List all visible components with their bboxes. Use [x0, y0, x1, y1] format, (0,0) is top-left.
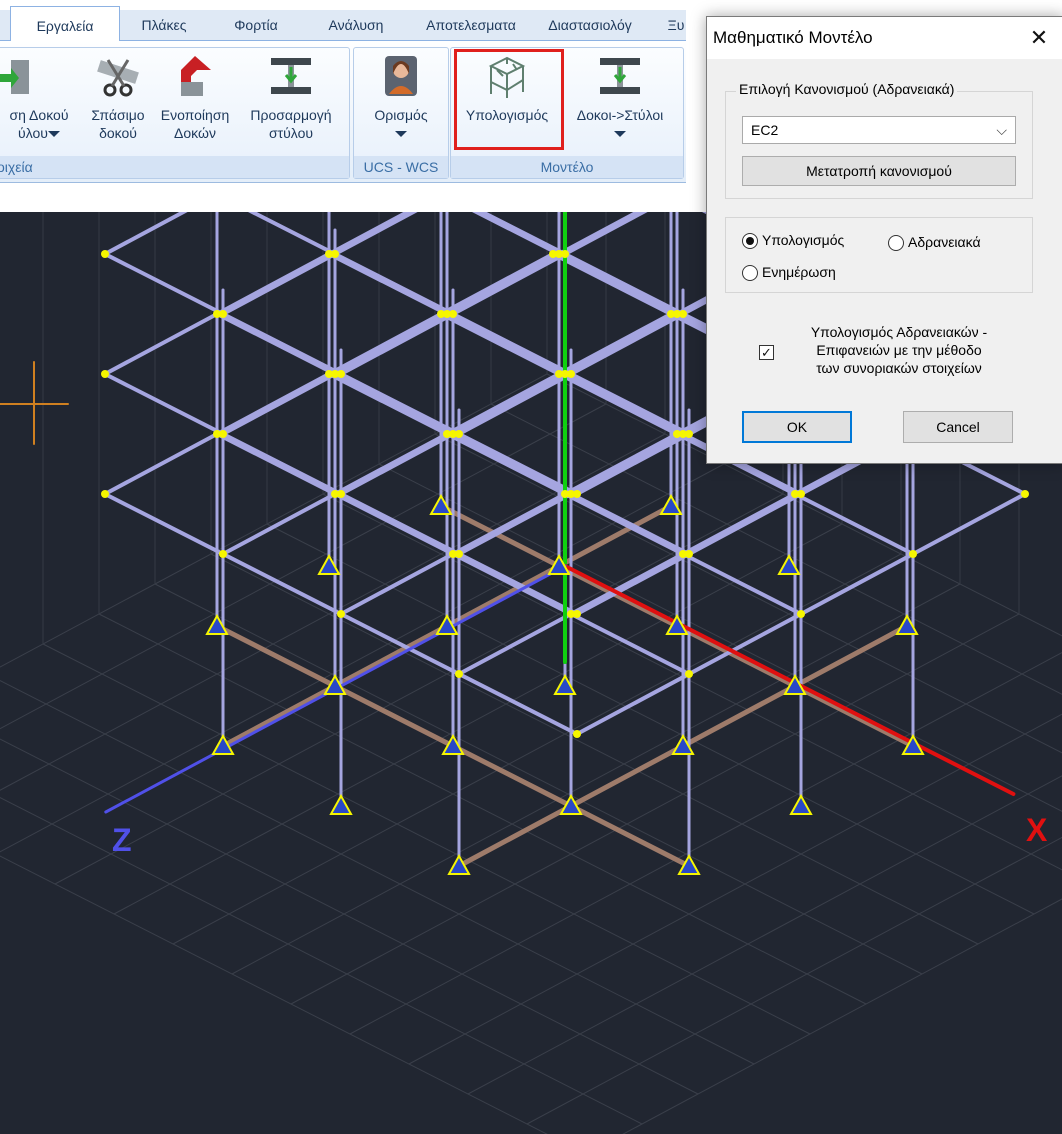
joint-node [449, 310, 457, 318]
joint-node [797, 610, 805, 618]
joint-node [909, 550, 917, 558]
grid-line [154, 583, 923, 975]
dialog-title: Μαθηματικό Μοντέλο [713, 28, 873, 47]
grid-line [172, 553, 902, 945]
chevron-down-icon [614, 131, 626, 138]
joint-node [573, 730, 581, 738]
grid-line [210, 553, 979, 945]
tab-tools[interactable]: Εργαλεία [10, 6, 120, 42]
grid-line [467, 775, 1062, 1095]
axis-z-label: Z [112, 822, 132, 858]
convert-code-button[interactable]: Μετατροπή κανονισμού [742, 156, 1016, 186]
cut-beam-icon [0, 60, 29, 94]
tab-loads[interactable]: Φορτία [210, 10, 302, 40]
joint-node [219, 310, 227, 318]
group-label-elements: οιχεία [0, 156, 349, 178]
radio-update[interactable]: Ενημέρωση [742, 264, 836, 282]
joint-node [685, 550, 693, 558]
tab-slabs[interactable]: Πλάκες [122, 10, 206, 40]
group-elements: ση Δοκού ύλου Σπάσιμο δοκού Ενοποίηση Δο… [0, 47, 350, 179]
grid-line [349, 652, 1062, 1035]
joint-node [455, 670, 463, 678]
tab-more[interactable]: Ξυ [666, 10, 686, 40]
mode-radio-group: Υπολογισμός Αδρανειακά Ενημέρωση [725, 217, 1033, 293]
adjust-column-icon [271, 58, 311, 94]
joint-node [337, 610, 345, 618]
joint-node [455, 550, 463, 558]
checkbox-checked-icon[interactable]: ✓ [759, 345, 774, 360]
joint-node [1021, 490, 1029, 498]
joint-node [455, 430, 463, 438]
joint-node [573, 490, 581, 498]
radio-empty-icon [888, 235, 904, 252]
joint-node [679, 310, 687, 318]
tab-results[interactable]: Αποτελεσματα [410, 10, 532, 40]
beams-to-columns-icon [600, 58, 640, 94]
group-label-ucs-wcs: UCS - WCS [354, 156, 448, 178]
ok-button[interactable]: OK [742, 411, 852, 443]
tab-scroll-left[interactable] [0, 10, 10, 40]
radio-inertia[interactable]: Αδρανειακά [888, 234, 981, 252]
joint-node [573, 610, 581, 618]
scissors-icon [97, 59, 139, 97]
dialog-title-bar: Μαθηματικό Μοντέλο ✕ [707, 17, 1062, 59]
beams-to-columns-button[interactable]: Δοκοι->Στύλοι [561, 52, 679, 142]
cut-beam-button[interactable]: ση Δοκού ύλου [0, 52, 81, 142]
chevron-down-icon [395, 131, 407, 138]
grid-line [434, 433, 1062, 754]
grid-line [622, 898, 1062, 1134]
split-beam-button[interactable]: Σπάσιμο δοκού [83, 52, 153, 142]
group-label-model: Μοντέλο [451, 156, 683, 178]
joint-node [219, 430, 227, 438]
grid-line [290, 613, 1020, 1005]
calculate-highlight-box [454, 49, 564, 150]
grid-line [408, 713, 1062, 1065]
ribbon: Εργαλεία Πλάκες Φορτία Ανάλυση Αποτελεσμ… [0, 0, 686, 188]
joint-node [561, 250, 569, 258]
joint-node [101, 370, 109, 378]
joint-node [685, 670, 693, 678]
axis-x-label: X [1026, 812, 1048, 848]
joint-node [337, 490, 345, 498]
ucs-person-icon [385, 56, 417, 96]
joint-node [101, 250, 109, 258]
joint-node [331, 250, 339, 258]
chevron-down-icon: ⌵ [996, 122, 1007, 138]
radio-empty-icon [742, 265, 758, 282]
code-selection-group: Επιλογή Κανονισμού (Αδρανειακά) EC2 ⌵ Με… [725, 81, 1033, 199]
grid-line [54, 493, 784, 885]
joint-node [685, 430, 693, 438]
adjust-column-button[interactable]: Προσαρμογή στύλου [237, 52, 345, 142]
joint-node [101, 490, 109, 498]
cancel-button[interactable]: Cancel [903, 411, 1013, 443]
ribbon-tab-bar: Εργαλεία Πλάκες Φορτία Ανάλυση Αποτελεσμ… [0, 6, 686, 42]
grid-line [266, 523, 1035, 915]
code-select[interactable]: EC2 ⌵ [742, 116, 1016, 144]
code-select-value: EC2 [751, 122, 779, 138]
chevron-down-icon [47, 131, 60, 138]
ribbon-panel: ση Δοκού ύλου Σπάσιμο δοκού Ενοποίηση Δο… [0, 41, 686, 183]
merge-beams-icon [181, 56, 211, 96]
grid-line [0, 855, 548, 1134]
code-selection-label: Επιλογή Κανονισμού (Αδρανειακά) [736, 81, 958, 97]
joint-node [337, 370, 345, 378]
grid-line [0, 680, 755, 1065]
grid-line [98, 613, 867, 1005]
merge-beams-button[interactable]: Ενοποίηση Δοκών [155, 52, 235, 142]
joint-node [219, 550, 227, 558]
tab-design[interactable]: Διαστασιολόγ [534, 10, 646, 40]
boundary-elements-label: Υπολογισμός Αδρανειακών - Επιφανειών με … [810, 324, 988, 376]
grid-line [0, 463, 725, 853]
radio-selected-icon [742, 233, 758, 250]
define-ucs-button[interactable]: Ορισμός [358, 52, 444, 142]
math-model-dialog: Μαθηματικό Μοντέλο ✕ Επιλογή Κανονισμού … [706, 16, 1062, 464]
joint-node [567, 370, 575, 378]
radio-calculation[interactable]: Υπολογισμός [742, 232, 844, 250]
grid-line [0, 738, 699, 1095]
joint-node [797, 490, 805, 498]
close-icon[interactable]: ✕ [1027, 25, 1051, 51]
tab-analysis[interactable]: Ανάλυση [306, 10, 406, 40]
grid-line [42, 643, 811, 1035]
group-ucs-wcs: Ορισμός UCS - WCS [353, 47, 449, 179]
